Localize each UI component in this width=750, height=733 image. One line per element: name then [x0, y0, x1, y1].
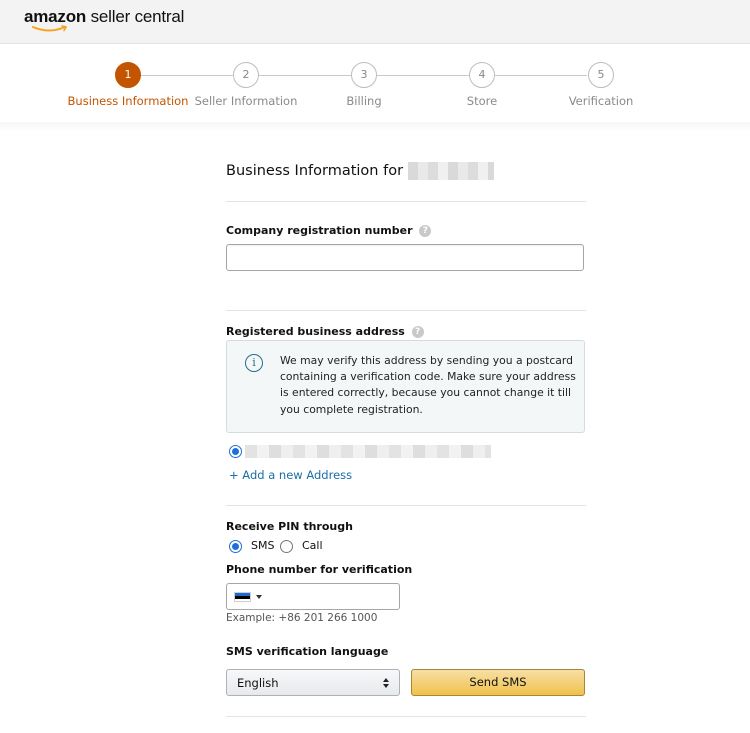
step-billing: 3 Billing [299, 60, 429, 108]
question-circle-icon[interactable]: ? [419, 225, 432, 237]
address-info-text: We may verify this address by sending yo… [280, 354, 576, 416]
step-business-information: 1 Business Information [63, 60, 193, 108]
add-new-address-link[interactable]: + Add a new Address [229, 468, 352, 482]
business-address-label: Registered business address ? [226, 325, 424, 338]
top-bar: amazon seller central [0, 0, 750, 44]
redacted-address [245, 445, 491, 458]
pin-call-label[interactable]: Call [302, 539, 323, 552]
step-label: Billing [346, 94, 382, 108]
registration-stepper: 1 Business Information 2 Seller Informat… [0, 60, 750, 120]
pin-call-radio[interactable] [280, 540, 293, 553]
address-radio[interactable] [229, 445, 242, 458]
question-circle-icon[interactable]: ? [411, 326, 424, 338]
step-label: Store [466, 94, 498, 108]
send-sms-button[interactable]: Send SMS [411, 669, 585, 696]
step-number: 4 [469, 62, 495, 88]
company-registration-input[interactable] [226, 244, 584, 271]
company-registration-label: Company registration number ? [226, 224, 432, 237]
company-registration-label-text: Company registration number [226, 224, 413, 237]
step-verification: 5 Verification [536, 60, 666, 108]
divider [226, 201, 586, 202]
stepper-shadow [0, 122, 750, 132]
receive-pin-label: Receive PIN through [226, 520, 353, 533]
step-number: 5 [588, 62, 614, 88]
divider [226, 505, 586, 506]
step-seller-information: 2 Seller Information [181, 60, 311, 108]
redacted-business-name [407, 162, 494, 180]
step-store: 4 Store [417, 60, 547, 108]
divider [226, 310, 586, 311]
sms-language-label: SMS verification language [226, 645, 389, 658]
sms-language-selected: English [237, 676, 279, 690]
step-number: 2 [233, 62, 259, 88]
phone-number-label: Phone number for verification [226, 563, 413, 576]
estonia-flag-icon[interactable] [234, 592, 251, 602]
amazon-smile-icon [32, 25, 68, 32]
step-label: Verification [568, 94, 634, 108]
phone-example-hint: Example: +86 201 266 1000 [226, 612, 378, 624]
page-title: Business Information for [226, 162, 494, 180]
sms-language-select[interactable]: English [226, 669, 400, 696]
step-number: 1 [115, 62, 141, 88]
logo-product: seller central [90, 7, 185, 26]
page-title-text: Business Information for [226, 163, 404, 179]
pin-sms-label[interactable]: SMS [251, 539, 274, 552]
step-number: 3 [351, 62, 377, 88]
step-label: Business Information [67, 94, 189, 108]
logo-brand: amazon [24, 7, 87, 26]
business-address-label-text: Registered business address [226, 325, 405, 338]
divider [226, 716, 586, 717]
chevron-down-icon[interactable] [256, 595, 262, 599]
address-info-alert: i We may verify this address by sending … [226, 340, 585, 433]
phone-number-field[interactable] [226, 583, 400, 610]
pin-sms-radio[interactable] [229, 540, 242, 553]
step-label: Seller Information [194, 94, 298, 108]
select-arrows-icon [383, 676, 389, 690]
info-circle-icon: i [245, 354, 263, 372]
